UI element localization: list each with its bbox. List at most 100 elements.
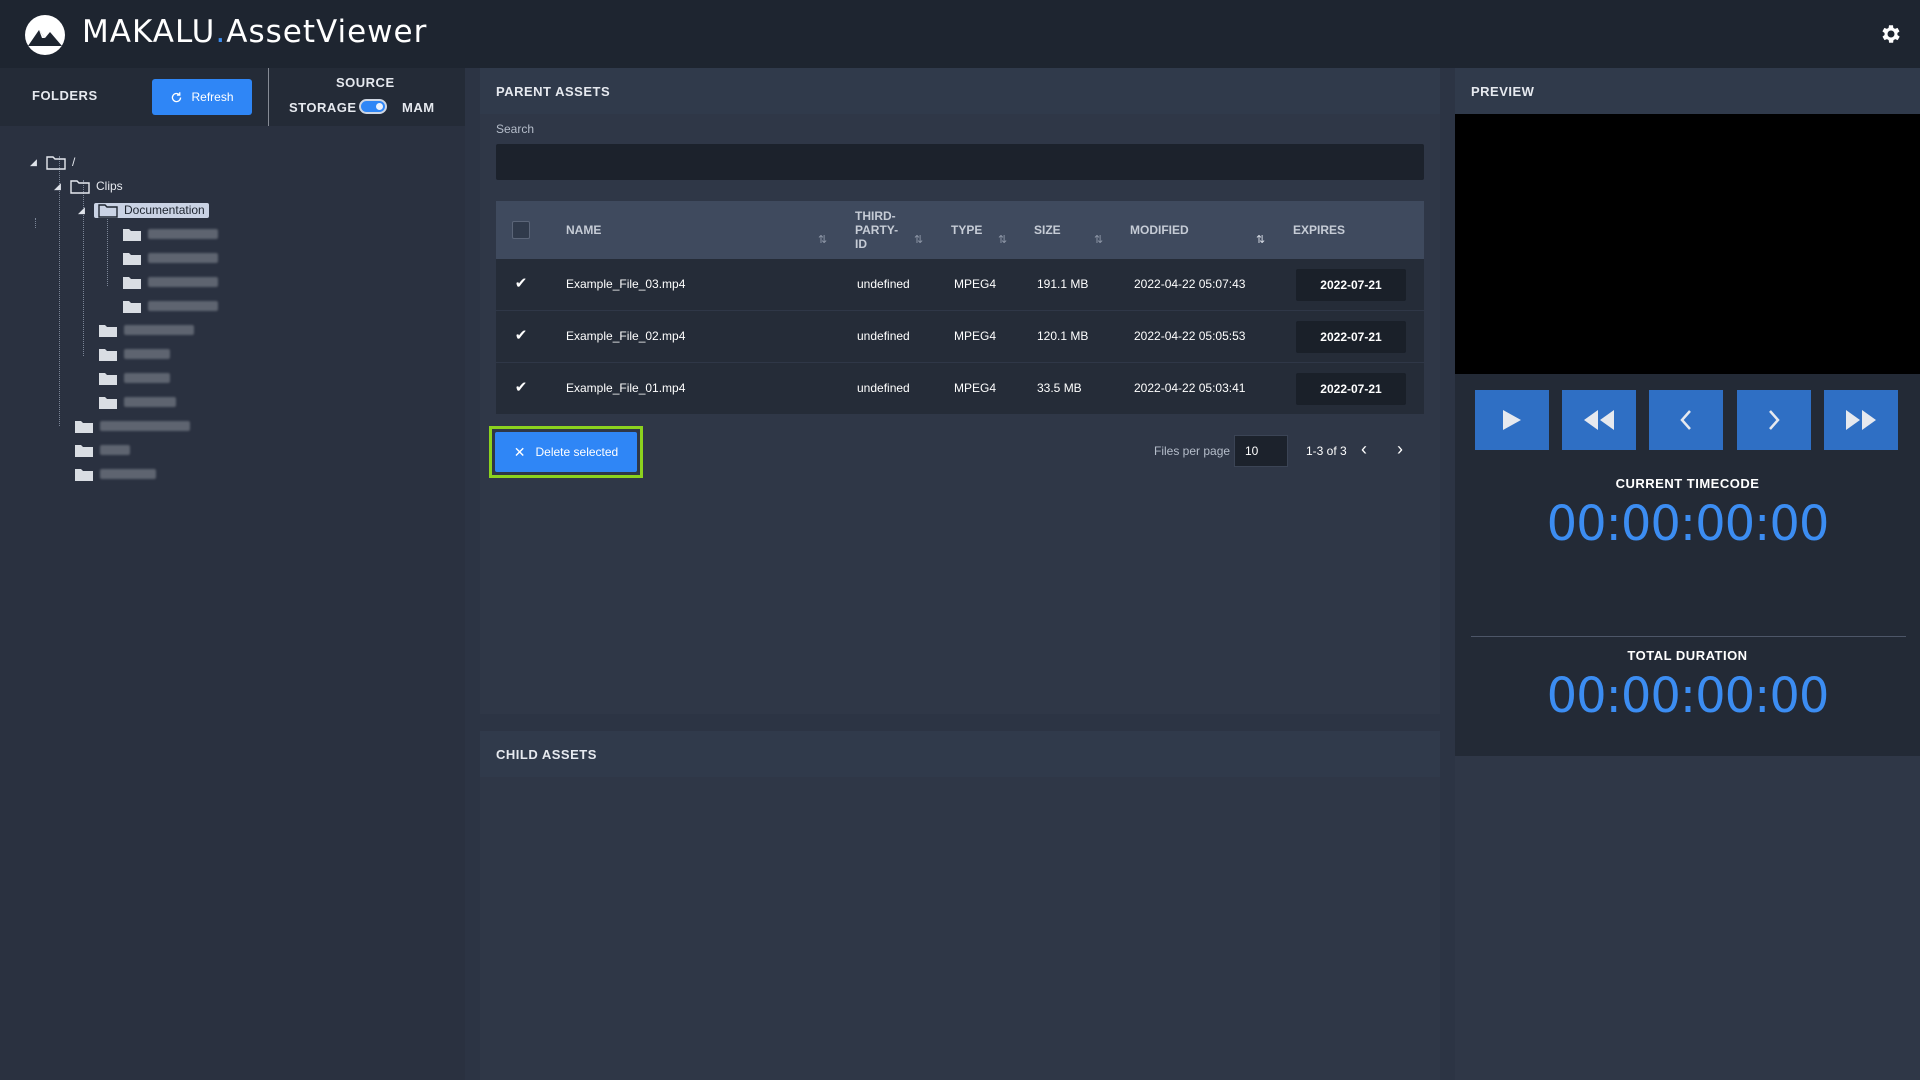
gear-icon[interactable] bbox=[1878, 22, 1902, 46]
row-checkbox[interactable]: ✔ bbox=[512, 275, 530, 293]
blurred-label bbox=[148, 301, 218, 311]
video-player[interactable] bbox=[1455, 114, 1920, 374]
refresh-icon bbox=[172, 91, 182, 102]
folder-icon bbox=[123, 300, 141, 313]
delete-selected-label: Delete selected bbox=[535, 445, 619, 459]
tree-node-blurred[interactable] bbox=[98, 344, 170, 364]
expires-field[interactable]: 2022-07-21 bbox=[1296, 373, 1406, 405]
chevron-left-icon bbox=[1680, 410, 1691, 430]
storage-label: STORAGE bbox=[289, 100, 357, 115]
step-forward-button[interactable] bbox=[1737, 390, 1811, 450]
table-header: NAME ⇅ THIRD- PARTY- ID ⇅ TYPE ⇅ SIZE ⇅ … bbox=[496, 201, 1424, 259]
tree-node-blurred[interactable] bbox=[74, 464, 156, 484]
tree-node-blurred[interactable] bbox=[122, 296, 218, 316]
step-back-button[interactable] bbox=[1649, 390, 1723, 450]
total-duration-label: TOTAL DURATION bbox=[1627, 648, 1748, 663]
tree-node-documentation[interactable]: ◢ Documentation bbox=[78, 200, 209, 220]
sort-icon[interactable]: ⇅ bbox=[1094, 233, 1103, 246]
cell-third-party-id: undefined bbox=[857, 329, 910, 343]
chevron-left-icon[interactable]: ‹ bbox=[1361, 440, 1367, 458]
blurred-label bbox=[148, 277, 218, 287]
expand-arrow-icon[interactable]: ◢ bbox=[54, 181, 64, 192]
col-third-party-id[interactable]: THIRD- PARTY- ID bbox=[855, 209, 898, 251]
row-checkbox[interactable]: ✔ bbox=[512, 327, 530, 345]
tree-node-blurred[interactable] bbox=[74, 416, 190, 436]
col-third-party-line3: ID bbox=[855, 237, 867, 251]
tree-node-blurred[interactable] bbox=[122, 248, 218, 268]
chevron-right-icon[interactable]: › bbox=[1397, 440, 1403, 458]
refresh-button[interactable]: Refresh bbox=[152, 79, 252, 115]
preview-panel: PREVIEW CURRENT TIMECODE 00:00:00:00 TOT… bbox=[1455, 68, 1920, 1080]
folder-open-icon bbox=[46, 155, 66, 170]
tree-node-blurred[interactable] bbox=[98, 320, 194, 340]
parent-assets-panel: PARENT ASSETS Search NAME ⇅ THIRD- PARTY… bbox=[480, 68, 1440, 714]
brand-sub: AssetViewer bbox=[226, 14, 428, 50]
child-assets-title: CHILD ASSETS bbox=[496, 747, 597, 762]
expand-arrow-icon[interactable]: ◢ bbox=[30, 157, 40, 168]
parent-assets-title: PARENT ASSETS bbox=[496, 84, 611, 99]
tree-guide bbox=[59, 156, 60, 426]
delete-highlight: ✕ Delete selected bbox=[489, 426, 643, 478]
delete-selected-button[interactable]: ✕ Delete selected bbox=[495, 432, 637, 472]
sort-icon[interactable]: ⇅ bbox=[998, 233, 1007, 246]
cell-type: MPEG4 bbox=[954, 381, 997, 395]
col-third-party-line2: PARTY- bbox=[855, 223, 899, 237]
current-timecode-label: CURRENT TIMECODE bbox=[1615, 476, 1760, 491]
top-bar: MAKALU.AssetViewer bbox=[0, 0, 1920, 68]
tree-node-blurred[interactable] bbox=[74, 440, 130, 460]
fast-forward-button[interactable] bbox=[1824, 390, 1898, 450]
tree-node-clips[interactable]: ◢ Clips bbox=[54, 176, 123, 196]
files-per-page-input[interactable] bbox=[1234, 435, 1288, 467]
source-toggle[interactable] bbox=[359, 99, 387, 114]
search-input[interactable] bbox=[496, 144, 1424, 180]
play-button[interactable] bbox=[1475, 390, 1549, 450]
table-row[interactable]: ✔ Example_File_02.mp4 undefined MPEG4 12… bbox=[496, 311, 1424, 363]
folder-icon bbox=[123, 228, 141, 241]
tree-node-blurred[interactable] bbox=[98, 368, 170, 388]
chevron-right-icon bbox=[1769, 410, 1780, 430]
expires-field[interactable]: 2022-07-21 bbox=[1296, 321, 1406, 353]
folder-icon bbox=[75, 420, 93, 433]
select-all-checkbox[interactable] bbox=[512, 221, 530, 239]
expand-arrow-icon[interactable]: ◢ bbox=[78, 205, 88, 216]
rewind-icon bbox=[1584, 410, 1614, 430]
col-modified[interactable]: MODIFIED bbox=[1130, 223, 1189, 237]
search-label: Search bbox=[496, 122, 535, 136]
tree-node-blurred[interactable] bbox=[122, 224, 218, 244]
tree-node-blurred[interactable] bbox=[98, 392, 176, 412]
parent-assets-header: PARENT ASSETS bbox=[480, 68, 1440, 114]
col-size[interactable]: SIZE bbox=[1034, 223, 1061, 237]
brand-main: MAKALU bbox=[82, 14, 216, 50]
tree-label-clips: Clips bbox=[96, 179, 123, 193]
col-expires[interactable]: EXPIRES bbox=[1293, 223, 1345, 237]
tree-guide bbox=[35, 218, 36, 228]
tree-label-root: / bbox=[72, 155, 76, 169]
folder-icon bbox=[99, 372, 117, 385]
blurred-label bbox=[100, 445, 130, 455]
folder-open-icon bbox=[98, 203, 118, 218]
table-row[interactable]: ✔ Example_File_03.mp4 undefined MPEG4 19… bbox=[496, 259, 1424, 311]
selected-folder[interactable]: Documentation bbox=[94, 202, 209, 218]
cell-modified: 2022-04-22 05:07:43 bbox=[1134, 277, 1246, 291]
refresh-label: Refresh bbox=[191, 90, 234, 104]
blurred-label bbox=[100, 469, 156, 479]
sort-desc-icon[interactable]: ⇅ bbox=[1256, 233, 1265, 246]
col-type[interactable]: TYPE bbox=[951, 223, 982, 237]
row-checkbox[interactable]: ✔ bbox=[512, 379, 530, 397]
current-timecode: 00:00:00:00 bbox=[1546, 496, 1830, 552]
col-name[interactable]: NAME bbox=[566, 223, 601, 237]
sort-icon[interactable]: ⇅ bbox=[914, 233, 923, 246]
cell-name: Example_File_02.mp4 bbox=[566, 329, 686, 343]
tree-node-blurred[interactable] bbox=[122, 272, 218, 292]
folder-icon bbox=[75, 444, 93, 457]
table-row[interactable]: ✔ Example_File_01.mp4 undefined MPEG4 33… bbox=[496, 363, 1424, 415]
rewind-button[interactable] bbox=[1562, 390, 1636, 450]
cell-type: MPEG4 bbox=[954, 277, 997, 291]
blurred-label bbox=[124, 349, 170, 359]
folders-panel: FOLDERS Refresh SOURCE STORAGE MAM ◢ / ◢… bbox=[0, 68, 465, 1080]
tree-node-root[interactable]: ◢ / bbox=[30, 152, 75, 172]
expires-field[interactable]: 2022-07-21 bbox=[1296, 269, 1406, 301]
folders-title: FOLDERS bbox=[32, 88, 98, 103]
sort-icon[interactable]: ⇅ bbox=[818, 233, 827, 246]
playback-controls: CURRENT TIMECODE 00:00:00:00 TOTAL DURAT… bbox=[1455, 374, 1920, 756]
